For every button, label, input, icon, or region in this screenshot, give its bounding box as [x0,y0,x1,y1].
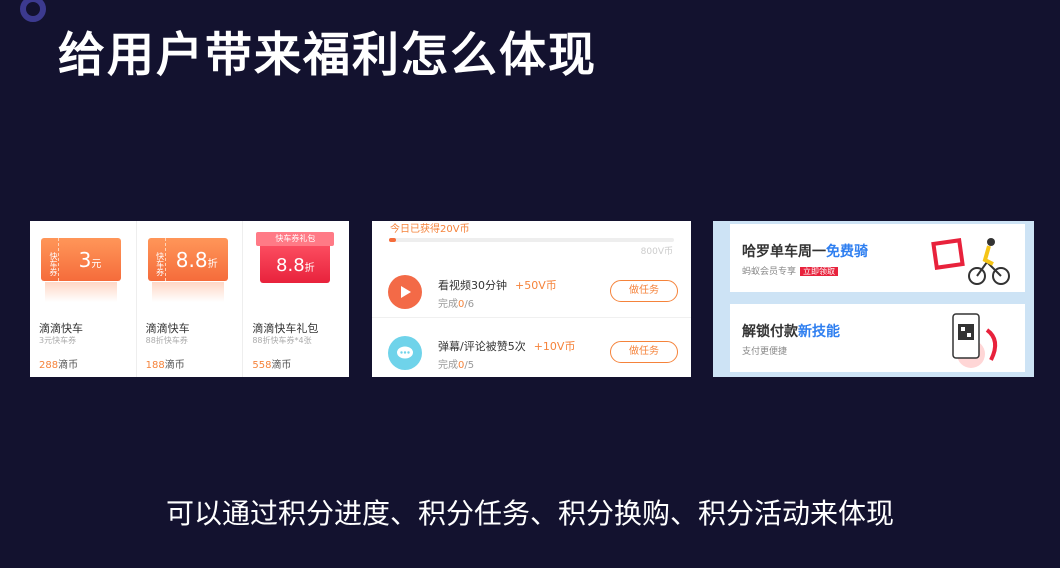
task-panel: 今日已获得20V币 800V币 看视频30分钟 +50V币 完成0/6 做任务 弹… [372,221,691,377]
promo-title: 解锁付款 [742,324,798,340]
promo-highlight: 新技能 [798,324,840,340]
coupon-price: 288滴币 [39,360,79,371]
page-subtitle: 可以通过积分进度、积分任务、积分换购、积分活动来体现 [165,497,894,530]
coupon-name: 滴滴快车礼包 [252,322,319,335]
coupon-price: 188滴币 [145,360,185,371]
gift-box-icon: 快车券礼包 8.8折 [256,232,335,283]
coupon-desc: 88折快车券 [145,336,188,345]
claim-badge: 立即领取 [800,267,839,276]
unlock-pay-banner[interactable]: 解锁付款新技能 支付更便捷 [730,304,1025,372]
progress-fill [389,238,397,242]
promo-title: 哈罗单车周一 [742,244,826,260]
do-task-button[interactable]: 做任务 [610,341,678,363]
coupon-name: 滴滴快车 [145,322,190,335]
task-progress: 完成0/5 [438,360,475,371]
play-icon [388,275,422,309]
task-reward: +50V币 [515,279,557,292]
coupon-card[interactable]: 快车券 8.8折 滴滴快车 88折快车券 188滴币 [137,221,244,377]
promo-sub: 支付更便捷 [742,347,788,357]
free-ride-banner[interactable]: 哈罗单车周一免费骑 蚂蚁会员专享 立即领取 [730,224,1025,292]
task-progress: 完成0/6 [438,299,475,310]
task-title: 看视频30分钟 [438,279,507,292]
task-item: 弹幕/评论被赞5次 +10V币 完成0/5 做任务 [372,327,691,377]
coupon-price: 558滴币 [252,360,292,371]
page-title: 给用户带来福利怎么体现 [58,28,597,83]
phone-qr-illustration-icon [952,313,998,368]
earned-today: 今日已获得20V币 [390,224,470,235]
progress-bar [389,238,674,242]
promo-sub: 蚂蚁会员专享 [742,267,797,277]
promo-highlight: 免费骑 [826,244,868,260]
task-reward: +10V币 [533,340,576,353]
progress-max: 800V币 [640,247,673,257]
coupon-desc: 3元快车券 [39,336,77,345]
do-task-button[interactable]: 做任务 [610,280,678,302]
decorative-circle [20,0,46,22]
coupon-card[interactable]: 快车券礼包 8.8折 滴滴快车礼包 88折快车券*4张 558滴币 [243,221,349,377]
chat-icon [388,336,422,370]
coupon-panel: 快车券 3元 滴滴快车 3元快车券 288滴币 快车券 8.8折 滴滴快车 88… [30,221,349,377]
cyclist-illustration-icon [931,238,1010,285]
coupon-card[interactable]: 快车券 3元 滴滴快车 3元快车券 288滴币 [30,221,137,377]
coupon-ticket-icon: 快车券 8.8折 [147,238,228,302]
coupon-ticket-icon: 快车券 3元 [41,238,121,302]
coupon-desc: 88折快车券*4张 [252,336,312,345]
task-item: 看视频30分钟 +50V币 完成0/6 做任务 [372,266,691,318]
task-title: 弹幕/评论被赞5次 [438,340,526,353]
coupon-name: 滴滴快车 [39,322,83,335]
bike-promo-panel: 哈罗单车周一免费骑 蚂蚁会员专享 立即领取 解锁付款新技能 支付更便捷 [713,221,1034,377]
